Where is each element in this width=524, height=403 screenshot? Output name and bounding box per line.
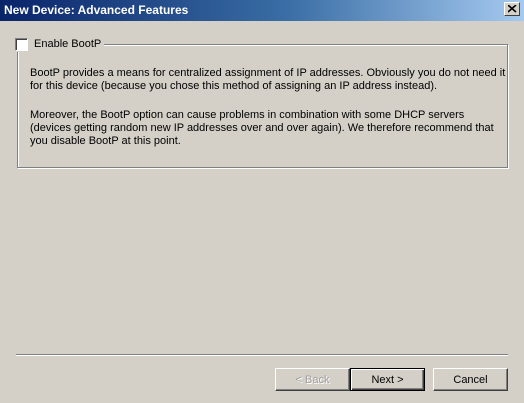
bootp-description: BootP provides a means for centralized a… — [30, 67, 506, 92]
next-button[interactable]: Next > — [350, 368, 425, 391]
title-bar[interactable]: New Device: Advanced Features — [0, 0, 524, 21]
bootp-group-header: Enable BootP — [13, 36, 105, 52]
enable-bootp-checkbox[interactable] — [15, 37, 28, 51]
bootp-groupbox — [17, 44, 508, 168]
dialog-window: New Device: Advanced Features Enable Boo… — [0, 0, 524, 403]
cancel-button[interactable]: Cancel — [433, 368, 508, 391]
back-button[interactable]: < Back — [275, 368, 350, 391]
close-icon — [508, 5, 517, 13]
window-title: New Device: Advanced Features — [4, 3, 189, 17]
button-separator — [16, 354, 508, 356]
enable-bootp-label[interactable]: Enable BootP — [34, 38, 101, 50]
close-button[interactable] — [504, 2, 520, 16]
bootp-warning: Moreover, the BootP option can cause pro… — [30, 109, 494, 147]
